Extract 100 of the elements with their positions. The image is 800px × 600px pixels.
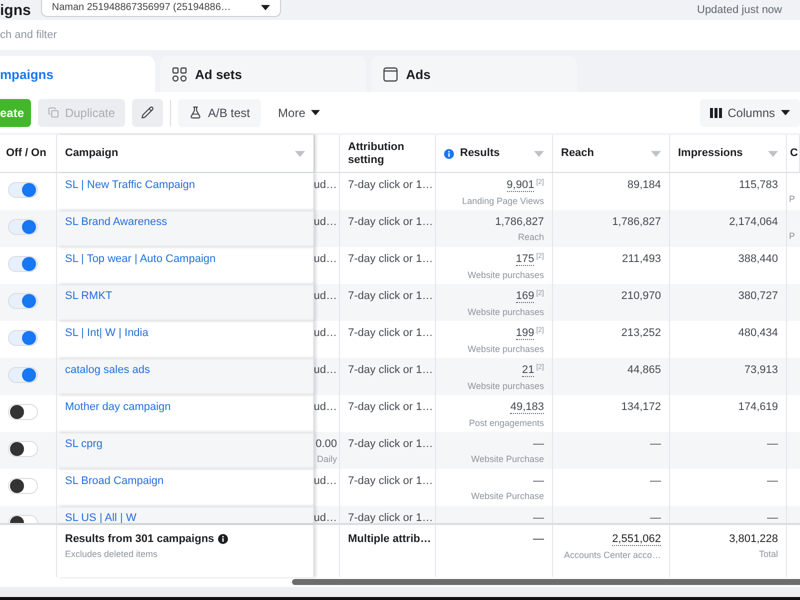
- table-cell: 480,434: [738, 327, 778, 339]
- table-cell: ud…: [314, 475, 337, 487]
- table-cell: P: [789, 194, 796, 204]
- table-cell: 7-day click or 1…: [348, 364, 433, 376]
- column-header[interactable]: C: [787, 135, 800, 172]
- caret-icon: [311, 110, 320, 116]
- tab[interactable]: Ad sets: [160, 56, 366, 92]
- table-cell: 2,174,064: [729, 216, 778, 228]
- caret-icon: [768, 150, 778, 156]
- campaign-link[interactable]: SL | Int| W | India: [65, 327, 148, 339]
- table-cell: 7-day click or 1…: [348, 290, 433, 302]
- copy-icon: [48, 106, 59, 119]
- table-cell: 7-day click or 1…: [348, 179, 433, 191]
- pencil-icon: [141, 106, 154, 119]
- total-value: 2,551,062: [612, 533, 661, 546]
- toggle-switch[interactable]: [8, 404, 38, 420]
- caret-icon: [534, 150, 544, 156]
- campaign-link[interactable]: SL RMKT: [65, 290, 112, 302]
- table-cell: —: [650, 438, 661, 450]
- table-cell: —: [767, 475, 778, 487]
- table-cell: 174,619: [738, 401, 778, 413]
- result-value: —: [533, 475, 544, 487]
- column-header[interactable]: Off / On: [0, 135, 57, 172]
- total-label: Total: [758, 549, 778, 559]
- info-icon: [444, 148, 454, 158]
- columns-button[interactable]: Columns: [700, 98, 800, 126]
- table-cell: 7-day click or 1…: [348, 216, 433, 228]
- result-value: 1,786,827: [495, 216, 544, 228]
- more-button[interactable]: More: [268, 98, 330, 126]
- tab[interactable]: mpaigns: [0, 56, 155, 92]
- table-cell: 0.00: [316, 438, 337, 450]
- flask-icon: [189, 106, 202, 119]
- table-cell: ud…: [314, 216, 337, 228]
- column-header[interactable]: Reach: [553, 135, 670, 172]
- toggle-switch[interactable]: [8, 367, 38, 383]
- account-dropdown[interactable]: Naman 251948867356997 (25194886…: [40, 0, 281, 17]
- table-cell: 7-day click or 1…: [348, 401, 433, 413]
- column-header[interactable]: Results: [436, 135, 553, 172]
- column-header[interactable]: Attribution setting: [340, 135, 436, 172]
- result-value: 49,183: [510, 401, 544, 414]
- result-type: Reach: [518, 232, 544, 242]
- tab[interactable]: Ads: [371, 56, 577, 92]
- table-cell: 115,783: [739, 179, 778, 191]
- table-cell: ud…: [314, 364, 337, 376]
- table-cell: 388,440: [738, 253, 778, 265]
- table-cell: 7-day click or 1…: [348, 438, 433, 450]
- table-cell: 7-day click or 1…: [348, 327, 433, 339]
- footnote-mark: [2]: [536, 364, 544, 371]
- caret-icon: [260, 4, 270, 10]
- toggle-switch[interactable]: [8, 441, 38, 457]
- column-header[interactable]: Impressions: [670, 135, 787, 172]
- campaign-link[interactable]: SL | New Traffic Campaign: [65, 179, 196, 191]
- total-label: Accounts Center acco…: [564, 550, 661, 560]
- campaign-link[interactable]: catalog sales ads: [65, 364, 150, 376]
- result-type: Landing Page Views: [462, 196, 544, 206]
- result-value: —: [533, 512, 544, 523]
- toggle-switch[interactable]: [8, 219, 38, 235]
- info-icon: [218, 534, 228, 544]
- caret-icon: [781, 110, 790, 116]
- result-value: 169: [516, 290, 534, 303]
- results-summary: Results from 301 campaigns: [65, 533, 214, 545]
- result-value: —: [533, 438, 544, 450]
- result-type: Website purchases: [468, 344, 544, 354]
- table-cell: 7-day click or 1…: [348, 253, 433, 265]
- caret-icon: [651, 150, 661, 156]
- table-cell: —: [767, 438, 778, 450]
- toggle-switch[interactable]: [8, 478, 38, 494]
- page-title: igns: [0, 2, 31, 18]
- footnote-mark: [2]: [536, 327, 544, 334]
- ab-test-button[interactable]: A/B test: [178, 98, 262, 126]
- toggle-switch[interactable]: [8, 182, 38, 198]
- toggle-switch[interactable]: [8, 256, 38, 272]
- campaign-link[interactable]: SL Broad Campaign: [65, 475, 164, 487]
- footnote-mark: [2]: [536, 253, 544, 260]
- result-type: Website purchases: [468, 307, 544, 317]
- footnote-mark: [2]: [536, 179, 544, 186]
- table-cell: ud…: [314, 179, 337, 191]
- table-cell: 44,865: [627, 364, 661, 376]
- table-cell: P: [789, 231, 796, 241]
- result-type: Website Purchase: [471, 454, 544, 464]
- result-value: 199: [516, 327, 534, 340]
- table-cell: —: [533, 533, 544, 545]
- table-cell: 380,727: [738, 290, 778, 302]
- table-cell: —: [650, 475, 661, 487]
- campaign-link[interactable]: SL Brand Awareness: [65, 216, 168, 228]
- edit-button[interactable]: [132, 98, 163, 126]
- caret-icon: [295, 150, 305, 156]
- toggle-switch[interactable]: [8, 330, 38, 346]
- campaign-link[interactable]: SL cprg: [65, 438, 103, 450]
- table-cell: —: [767, 512, 778, 523]
- total-value: 3,801,228: [729, 533, 778, 545]
- result-value: 21: [522, 364, 534, 377]
- campaign-link[interactable]: SL | Top wear | Auto Campaign: [65, 253, 216, 265]
- campaign-link[interactable]: Mother day campaign: [65, 401, 171, 413]
- window-icon: [383, 66, 398, 82]
- toggle-switch[interactable]: [8, 293, 38, 309]
- campaign-link[interactable]: SL US | All | W: [65, 512, 136, 523]
- table-cell: 1,786,827: [612, 216, 661, 228]
- result-type: Website purchases: [468, 381, 544, 391]
- column-header[interactable]: Campaign: [57, 135, 314, 172]
